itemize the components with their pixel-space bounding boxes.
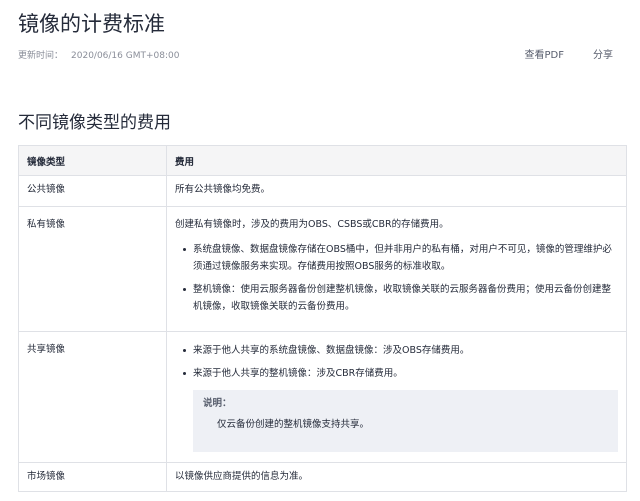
table-row-market-image: 市场镜像 以镜像供应商提供的信息为准。	[18, 462, 627, 492]
table-row-private-image: 私有镜像 创建私有镜像时，涉及的费用为OBS、CSBS或CBR的存储费用。 系统…	[18, 206, 627, 332]
note-text: 仅云备份创建的整机镜像支持共享。	[217, 419, 370, 430]
shared-fee-list: 来源于他人共享的系统盘镜像、数据盘镜像：涉及OBS存储费用。 来源于他人共享的整…	[175, 342, 618, 382]
table-header-row: 镜像类型 费用	[18, 145, 627, 176]
list-item: 来源于他人共享的整机镜像：涉及CBR存储费用。	[183, 365, 618, 382]
header-image-type: 镜像类型	[18, 145, 167, 176]
list-item: 来源于他人共享的系统盘镜像、数据盘镜像：涉及OBS存储费用。	[183, 342, 618, 359]
cell-type: 公共镜像	[18, 175, 167, 207]
view-pdf-link[interactable]: 查看PDF	[525, 49, 564, 63]
cell-type: 共享镜像	[18, 331, 167, 463]
table-row-public-image: 公共镜像 所有公共镜像均免费。	[18, 175, 627, 207]
cell-type: 市场镜像	[18, 462, 167, 492]
cell-fee: 以镜像供应商提供的信息为准。	[166, 462, 627, 492]
list-item: 系统盘镜像、数据盘镜像存储在OBS桶中，但并非用户的私有桶，对用户不可见，镜像的…	[183, 241, 618, 275]
updated-time: 2020/06/16 GMT+08:00	[71, 51, 180, 61]
table-row-shared-image: 共享镜像 来源于他人共享的系统盘镜像、数据盘镜像：涉及OBS存储费用。 来源于他…	[18, 331, 627, 463]
note-label: 说明：	[203, 398, 232, 409]
section-title: 不同镜像类型的费用	[18, 113, 171, 133]
updated-label: 更新时间：	[18, 51, 64, 61]
private-fee-list: 系统盘镜像、数据盘镜像存储在OBS桶中，但并非用户的私有桶，对用户不可见，镜像的…	[175, 241, 618, 315]
cell-fee: 来源于他人共享的系统盘镜像、数据盘镜像：涉及OBS存储费用。 来源于他人共享的整…	[166, 331, 627, 463]
note-box: 说明： 仅云备份创建的整机镜像支持共享。	[193, 390, 618, 452]
update-meta: 更新时间： 2020/06/16 GMT+08:00	[18, 50, 179, 62]
page-title: 镜像的计费标准	[18, 12, 165, 36]
fee-table: 镜像类型 费用 公共镜像 所有公共镜像均免费。 私有镜像 创建私有镜像时，涉及的…	[18, 145, 627, 492]
cell-fee: 创建私有镜像时，涉及的费用为OBS、CSBS或CBR的存储费用。 系统盘镜像、数…	[166, 206, 627, 332]
share-link[interactable]: 分享	[593, 49, 613, 63]
cell-fee: 所有公共镜像均免费。	[166, 175, 627, 207]
cell-type: 私有镜像	[18, 206, 167, 332]
list-item: 整机镜像：使用云服务器备份创建整机镜像，收取镜像关联的云服务器备份费用；使用云备…	[183, 281, 618, 315]
header-fee: 费用	[166, 145, 627, 176]
doc-page: 镜像的计费标准 更新时间： 2020/06/16 GMT+08:00 查看PDF …	[0, 0, 640, 501]
private-fee-intro: 创建私有镜像时，涉及的费用为OBS、CSBS或CBR的存储费用。	[175, 219, 449, 230]
